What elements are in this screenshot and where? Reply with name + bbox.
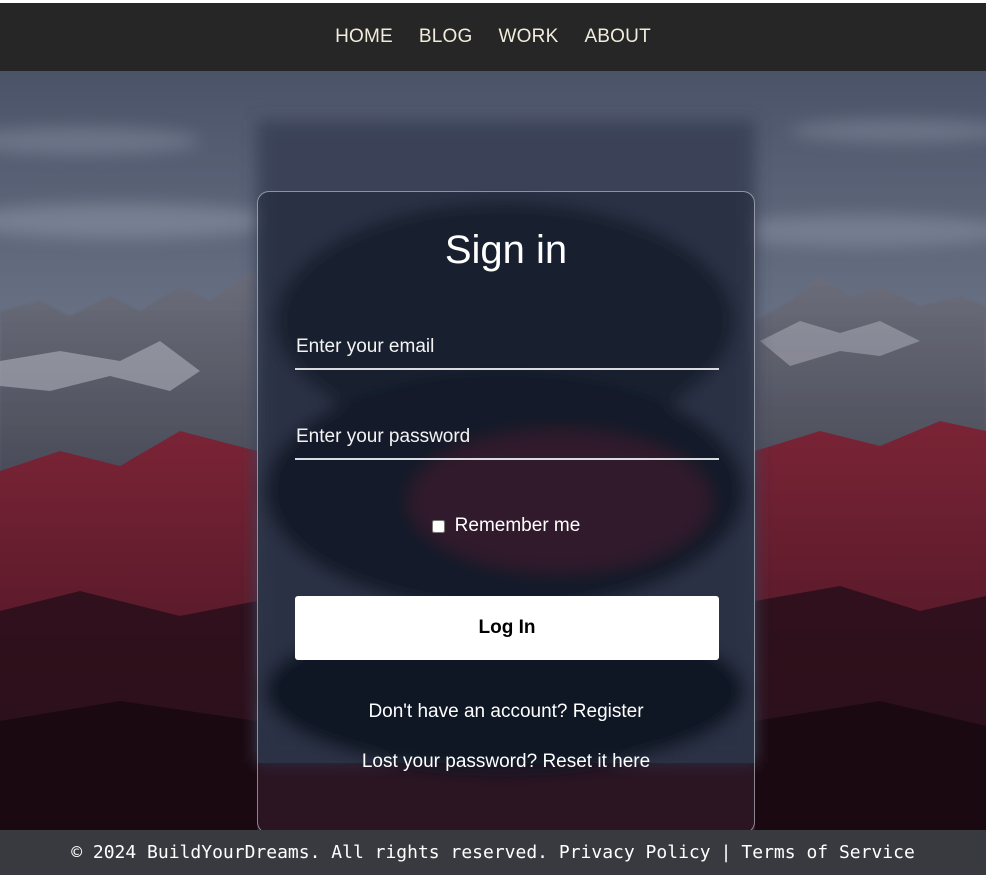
nav-work-link[interactable]: WORK xyxy=(499,26,559,48)
privacy-policy-link[interactable]: Privacy Policy xyxy=(559,842,711,863)
register-prompt-line: Don't have an account? Register xyxy=(258,701,754,723)
reset-password-link[interactable]: Reset it here xyxy=(542,751,650,772)
login-button[interactable]: Log In xyxy=(295,596,719,660)
mountain-background: Sign in Remember me Log In Don't have an… xyxy=(0,71,986,830)
register-link[interactable]: Register xyxy=(573,701,644,722)
remember-me-label: Remember me xyxy=(454,515,581,536)
nav-home-link[interactable]: HOME xyxy=(335,26,393,48)
reset-prompt-line: Lost your password? Reset it here xyxy=(258,751,754,773)
email-field-wrapper xyxy=(295,326,719,370)
nav-about-link[interactable]: ABOUT xyxy=(584,26,650,48)
remember-me-checkbox[interactable] xyxy=(431,519,445,533)
email-input[interactable] xyxy=(295,326,719,368)
reset-prompt-text: Lost your password? xyxy=(361,751,538,772)
navbar: HOME BLOG WORK ABOUT xyxy=(0,3,986,71)
terms-of-service-link[interactable]: Terms of Service xyxy=(741,842,914,863)
signin-card: Sign in Remember me Log In Don't have an… xyxy=(257,191,755,830)
nav-blog-link[interactable]: BLOG xyxy=(419,26,473,48)
signin-title: Sign in xyxy=(444,228,568,272)
remember-me-row: Remember me xyxy=(258,515,754,537)
register-prompt-text: Don't have an account? xyxy=(368,701,568,722)
footer-separator: | xyxy=(720,842,732,863)
page: HOME BLOG WORK ABOUT Sign in Enter your … xyxy=(0,0,986,875)
password-input[interactable] xyxy=(295,416,719,458)
password-field-wrapper xyxy=(295,416,719,460)
footer-copyright: © 2024 BuildYourDreams. All rights reser… xyxy=(71,842,549,863)
footer: © 2024 BuildYourDreams. All rights reser… xyxy=(0,830,986,875)
